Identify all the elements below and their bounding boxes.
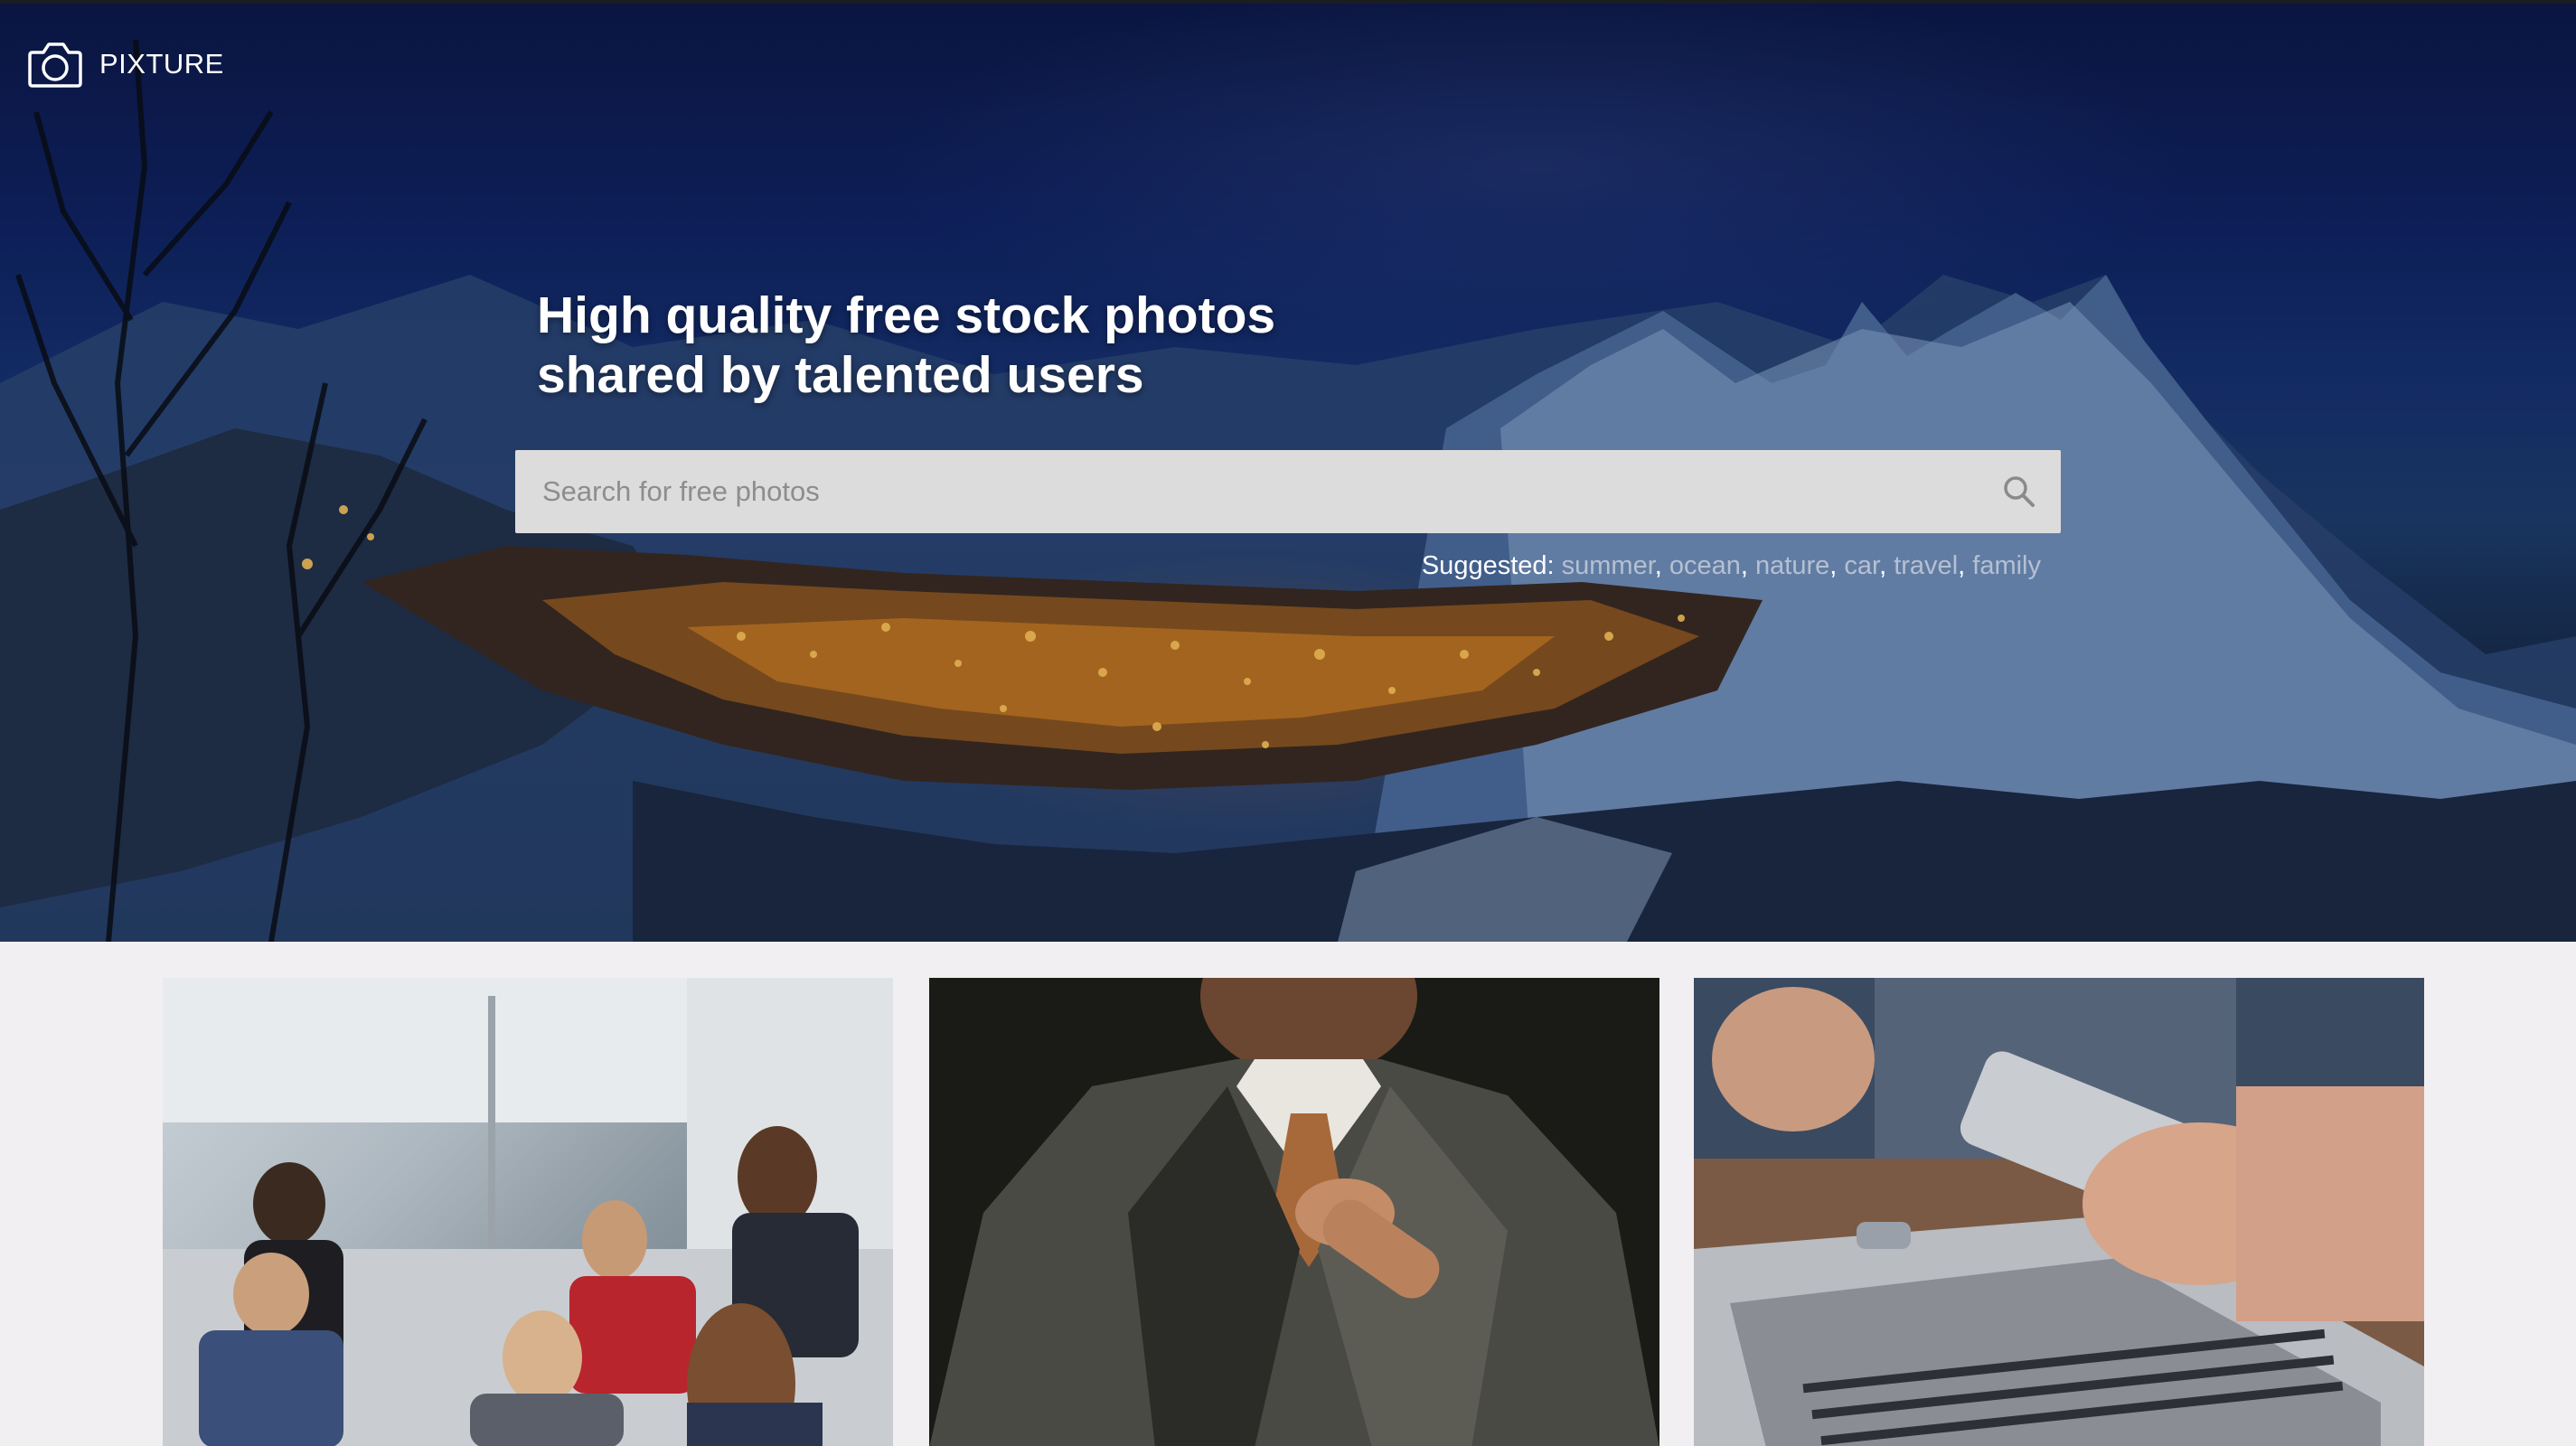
- brand-name: PIXTURE: [99, 48, 224, 80]
- tag-separator: ,: [1654, 551, 1669, 580]
- search-icon: [2004, 476, 2035, 507]
- page: PIXTURE High quality free stock photos s…: [0, 0, 2576, 1446]
- tag-separator: ,: [1740, 551, 1756, 580]
- suggested-tag-travel[interactable]: travel: [1894, 551, 1958, 580]
- suggested-tag-nature[interactable]: nature: [1755, 551, 1829, 580]
- suggested-label: Suggested:: [1421, 551, 1555, 580]
- tag-separator: ,: [1879, 551, 1894, 580]
- search-button[interactable]: [1978, 450, 2061, 533]
- camera-icon: [28, 42, 82, 88]
- tag-separator: ,: [1829, 551, 1845, 580]
- office-team-meeting-photo[interactable]: [163, 978, 893, 1446]
- search-input[interactable]: [515, 450, 1978, 533]
- search-bar: [515, 450, 2061, 533]
- phone-laptop-illustration: [1694, 978, 2424, 1446]
- suggested-tags: Suggested: summer, ocean, nature, car, t…: [1422, 551, 2041, 581]
- man-in-suit-tie-photo[interactable]: [929, 978, 1659, 1446]
- suggested-tag-family[interactable]: family: [1972, 551, 2041, 580]
- hero-headline-line-1: High quality free stock photos: [537, 286, 1276, 344]
- suggested-tag-car[interactable]: car: [1844, 551, 1879, 580]
- suggested-tag-ocean[interactable]: ocean: [1669, 551, 1741, 580]
- photo-gallery: [0, 942, 2576, 1446]
- hero-headline-line-2: shared by talented users: [537, 346, 1144, 404]
- brand-logo[interactable]: PIXTURE: [27, 40, 224, 89]
- hero-banner: PIXTURE High quality free stock photos s…: [0, 4, 2576, 942]
- office-team-meeting-illustration: [163, 978, 893, 1446]
- hand-holding-phone-laptop-photo[interactable]: [1694, 978, 2424, 1446]
- hero-headline: High quality free stock photos shared by…: [537, 286, 1531, 405]
- suggested-tag-summer[interactable]: summer: [1562, 551, 1655, 580]
- tag-separator: ,: [1958, 551, 1973, 580]
- man-in-suit-illustration: [929, 978, 1659, 1446]
